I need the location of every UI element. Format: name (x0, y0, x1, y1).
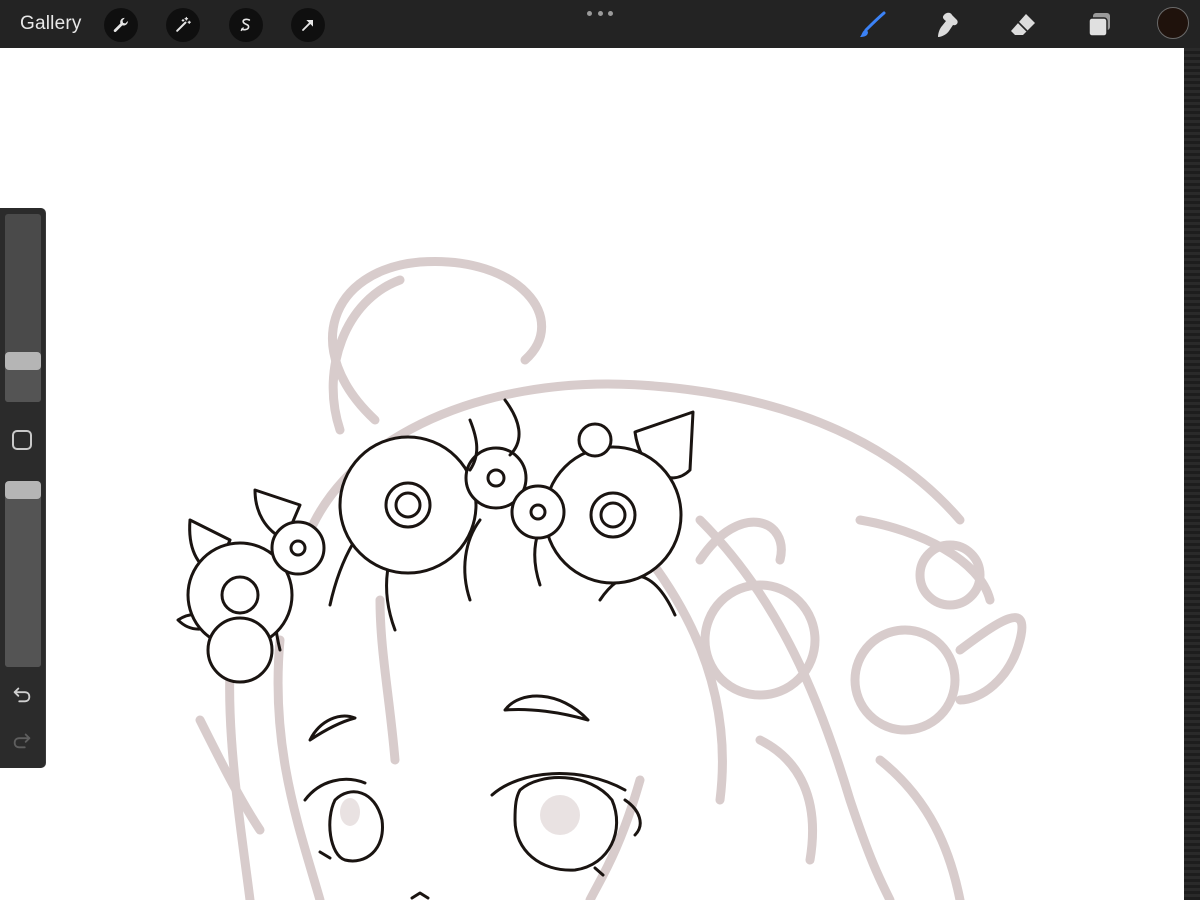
more-dot (597, 10, 603, 16)
layers-button[interactable] (1082, 8, 1116, 42)
brush-tool-button[interactable] (855, 8, 889, 42)
redo-icon (13, 733, 31, 749)
daisy-right (543, 445, 683, 585)
opacity-slider[interactable] (5, 481, 41, 667)
selection-button[interactable] (229, 8, 263, 42)
brush-size-thumb[interactable] (5, 351, 41, 370)
more-menu-button[interactable] (587, 8, 613, 18)
color-picker-button[interactable] (1157, 7, 1189, 39)
drawing-canvas[interactable] (0, 48, 1184, 900)
eraser-icon (1011, 14, 1035, 35)
opacity-thumb[interactable] (5, 481, 41, 500)
more-dot (608, 10, 613, 16)
artwork (176, 257, 1027, 900)
layers-icon (1088, 13, 1110, 37)
smudge-tool-button[interactable] (930, 8, 964, 42)
more-dots-icon (587, 10, 592, 16)
wrench-icon (113, 17, 128, 32)
top-toolbar: Gallery (0, 0, 1200, 48)
square-modify-icon[interactable] (12, 430, 32, 450)
smudge-icon (938, 12, 958, 37)
redo-button[interactable] (8, 728, 36, 752)
selection-s-icon (240, 18, 251, 32)
canvas-edge-strip (1184, 48, 1200, 900)
daisy-center (338, 435, 478, 575)
brush-size-slider[interactable] (5, 214, 41, 402)
opacity-fill (5, 490, 41, 667)
transform-arrow-icon (302, 20, 313, 31)
gallery-button[interactable]: Gallery (20, 12, 82, 36)
undo-icon (13, 687, 31, 703)
magic-wand-icon (176, 16, 191, 32)
adjustments-button[interactable] (166, 8, 200, 42)
transform-button[interactable] (291, 8, 325, 42)
actions-button[interactable] (104, 8, 138, 42)
brush-icon (860, 11, 886, 37)
brush-sidebar (0, 208, 45, 768)
undo-button[interactable] (8, 682, 36, 706)
eraser-tool-button[interactable] (1006, 8, 1040, 42)
